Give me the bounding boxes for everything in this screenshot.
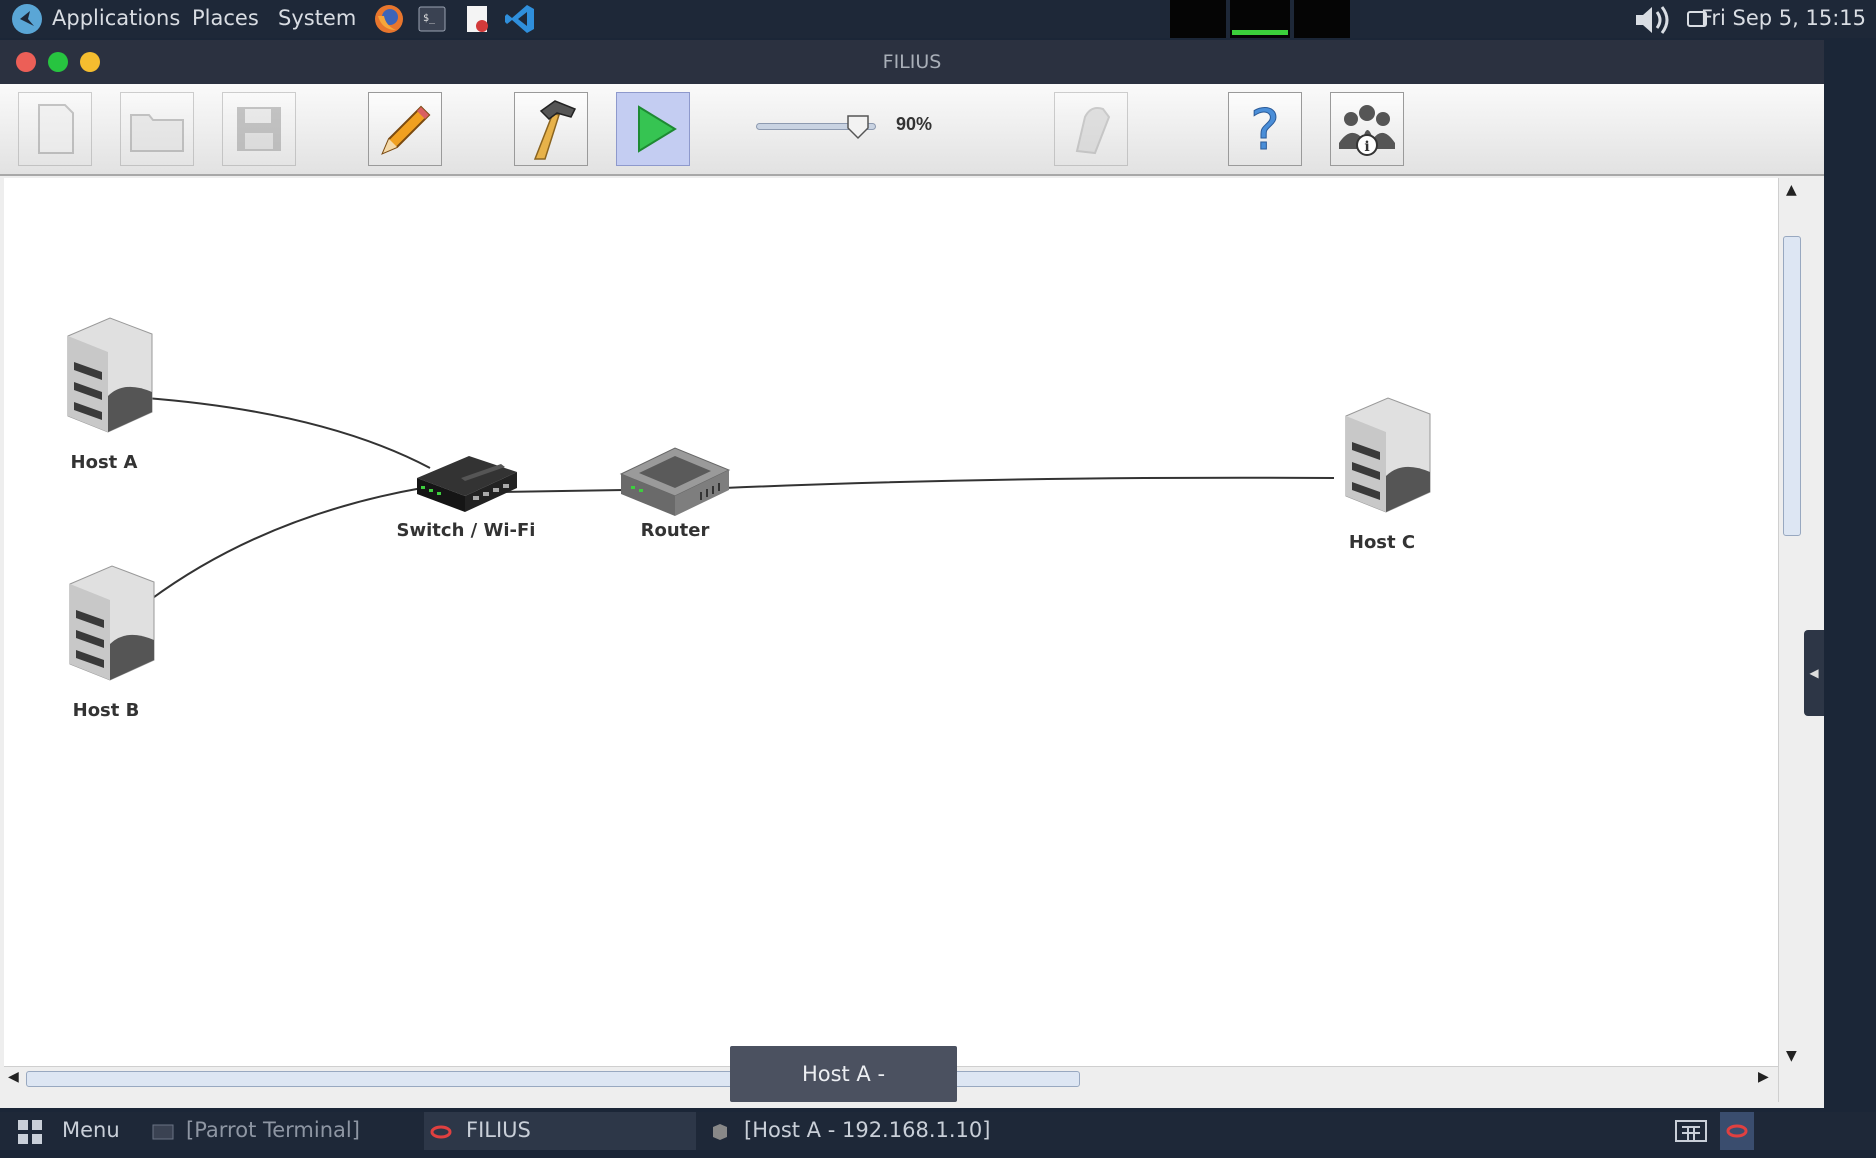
vertical-scrollbar[interactable]: ▲ ▼ — [1778, 178, 1804, 1102]
bottom-taskbar: Menu [Parrot Terminal] FILIUS [Host A - … — [0, 1112, 1876, 1150]
microphone-icon — [1075, 107, 1111, 155]
menu-applications[interactable]: Applications — [52, 6, 180, 30]
task-host-a[interactable]: [Host A - 192.168.1.10] — [744, 1118, 990, 1142]
save-button[interactable] — [222, 92, 296, 166]
about-button[interactable]: i — [1330, 92, 1404, 166]
task-parrot-terminal[interactable]: [Parrot Terminal] — [186, 1118, 360, 1142]
title-bar[interactable]: FILIUS — [0, 40, 1824, 84]
svg-text:i: i — [1364, 139, 1369, 155]
open-folder-icon — [130, 114, 184, 152]
svg-text:$_: $_ — [423, 13, 436, 24]
menu-system[interactable]: System — [278, 6, 356, 30]
info-people-icon: i — [1339, 105, 1395, 156]
tray-filius[interactable] — [1720, 1112, 1754, 1150]
zoom-level: 90% — [896, 114, 933, 134]
host-task-icon — [713, 1124, 727, 1140]
new-file-icon — [38, 104, 74, 154]
pencil-icon — [381, 105, 431, 155]
menu-grid-icon[interactable] — [16, 1118, 44, 1146]
taskbar-menu[interactable]: Menu — [62, 1118, 120, 1142]
link-router-host-c — [723, 476, 1335, 489]
clock[interactable]: Fri Sep 5, 15:15 — [1701, 6, 1866, 30]
open-button[interactable] — [120, 92, 194, 166]
text-editor-icon[interactable] — [460, 2, 494, 36]
parrot-logo-icon[interactable] — [10, 2, 44, 36]
filius-window: FILIUS 90% ? i Host A Host B Switch / Wi… — [0, 40, 1824, 1108]
vertical-scroll-thumb[interactable] — [1783, 236, 1801, 536]
filius-task-icon — [430, 1125, 452, 1139]
node-label: Host A — [70, 452, 138, 473]
menu-places[interactable]: Places — [192, 6, 259, 30]
side-panel-handle[interactable]: ◀ — [1804, 630, 1824, 716]
scroll-down-arrow-icon[interactable]: ▼ — [1786, 1048, 1797, 1064]
network-links — [145, 397, 1335, 601]
question-mark-icon: ? — [1250, 98, 1281, 164]
keyboard-layout-icon[interactable] — [1674, 1116, 1708, 1146]
record-button[interactable] — [1054, 92, 1128, 166]
task-filius[interactable]: FILIUS — [424, 1112, 696, 1150]
volume-icon[interactable] — [1632, 2, 1676, 38]
toolbar: 90% ? i — [0, 84, 1824, 176]
hammer-icon — [533, 100, 577, 160]
computer-icon — [69, 565, 155, 681]
node-label: Router — [640, 520, 710, 541]
node-host-c[interactable]: Host C — [1322, 392, 1442, 553]
node-host-a[interactable]: Host A — [44, 312, 164, 473]
vscode-icon[interactable] — [503, 2, 537, 36]
firefox-icon[interactable] — [372, 2, 406, 36]
top-panel: Applications Places System $_ Fri Sep 5,… — [0, 0, 1876, 38]
terminal-icon[interactable]: $_ — [415, 2, 449, 36]
save-icon — [237, 107, 281, 151]
node-tooltip: Host A - 192.168.1.10 — [730, 1046, 957, 1142]
system-monitor-applet[interactable] — [1170, 0, 1350, 38]
scroll-right-arrow-icon[interactable]: ▶ — [1758, 1069, 1769, 1085]
window-title: FILIUS — [882, 51, 942, 73]
scroll-up-arrow-icon[interactable]: ▲ — [1786, 182, 1797, 198]
svg-text:?: ? — [1250, 98, 1280, 163]
help-button[interactable]: ? — [1228, 92, 1302, 166]
node-router[interactable]: Router — [600, 430, 750, 541]
node-label: Host C — [1348, 532, 1416, 553]
scroll-left-arrow-icon[interactable]: ◀ — [8, 1069, 19, 1085]
new-file-button[interactable] — [18, 92, 92, 166]
node-host-b[interactable]: Host B — [46, 560, 166, 721]
zoom-slider-thumb[interactable] — [846, 114, 870, 140]
filius-tray-icon — [1726, 1124, 1748, 1138]
link-host-b-switch — [149, 487, 423, 601]
simulation-mode-button[interactable] — [616, 92, 690, 166]
build-button[interactable] — [514, 92, 588, 166]
terminal-task-icon — [152, 1124, 174, 1140]
play-icon — [638, 105, 677, 153]
router-icon — [619, 447, 731, 516]
computer-icon — [1345, 397, 1431, 513]
node-switch[interactable]: Switch / Wi-Fi — [386, 440, 546, 541]
node-label: Switch / Wi-Fi — [396, 520, 536, 541]
network-canvas[interactable]: Host A Host B Switch / Wi-Fi Router Host… — [4, 178, 1778, 1066]
node-label: Host B — [72, 700, 140, 721]
design-mode-button[interactable] — [368, 92, 442, 166]
switch-icon — [417, 456, 517, 512]
task-filius-label: FILIUS — [466, 1118, 531, 1142]
computer-icon — [67, 317, 153, 433]
